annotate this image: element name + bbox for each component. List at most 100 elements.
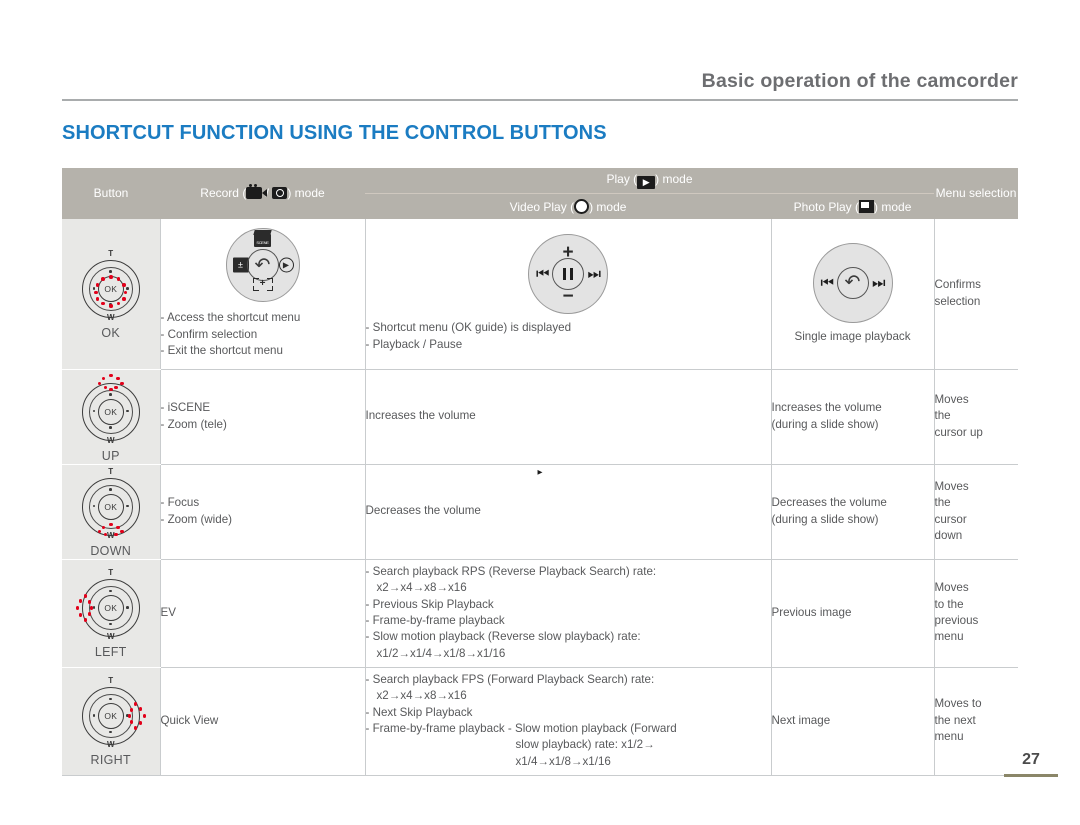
- video-play-cell-right: - Search playback FPS (Forward Playback …: [365, 667, 772, 776]
- video-play-text-line: - Slow motion playback (Reverse slow pla…: [365, 630, 641, 644]
- video-play-suffix: ) mode: [589, 200, 627, 214]
- wheel-dot-right: [126, 504, 129, 508]
- wheel-w-label: W: [106, 530, 115, 540]
- button-cell-ok: T OK W OK: [62, 219, 161, 370]
- video-play-text-line: - Search playback RPS (Reverse Playback …: [365, 564, 657, 578]
- page-number: 27: [1022, 751, 1040, 768]
- menu-selection-text-line: the next: [934, 713, 976, 727]
- video-play-text-line: x2→x4→x8→x16: [376, 689, 467, 703]
- button-label: UP: [101, 448, 120, 463]
- wheel-t-label: T: [108, 568, 114, 577]
- button-cell-up: OK W UP: [62, 369, 161, 465]
- record-text-line: - iSCENE: [160, 401, 211, 415]
- table-body: T OK W OK SCENE ± ↶ ▶ + - Access the sho…: [62, 219, 1019, 776]
- play-circle-icon: ▶: [278, 257, 294, 273]
- wheel-dot-down: [109, 426, 113, 429]
- minus-icon: −: [562, 286, 574, 308]
- menu-selection-label: Menu selection: [935, 186, 1017, 200]
- photo-play-text-line: Increases the volume: [771, 401, 882, 415]
- record-mode-wheel-icon: ± ↶ ▶ +: [225, 228, 300, 303]
- video-play-cell-down: Decreases the volume: [365, 464, 772, 560]
- wheel-w-label: W: [106, 435, 115, 445]
- menu-selection-cell-ok: Confirms selection: [934, 219, 1019, 370]
- video-play-text-line: x1/4→x1/8→x1/16: [515, 754, 611, 768]
- button-label: RIGHT: [90, 753, 131, 767]
- chapter-title: Basic operation of the camcorder: [701, 70, 1018, 92]
- button-cell-left: T OK W LEFT: [62, 559, 161, 668]
- control-wheel-up-icon: OK W: [74, 371, 148, 445]
- photo-play-suffix: ) mode: [874, 199, 912, 214]
- play-suffix: ) mode: [655, 172, 693, 186]
- table-header: Button Record ( / ) mode Play (▶) mode M…: [62, 168, 1019, 219]
- record-text-line: - Access the shortcut menu: [160, 311, 301, 325]
- record-text-line: - Confirm selection: [160, 327, 258, 341]
- menu-selection-text-line: to the: [934, 597, 964, 611]
- wheel-ok-hub: OK: [97, 595, 124, 621]
- column-header-menu-selection: Menu selection: [934, 168, 1019, 219]
- play-prefix: Play (: [606, 172, 638, 186]
- button-label: OK: [101, 325, 121, 340]
- wheel-w-label: W: [106, 632, 115, 641]
- menu-selection-cell-left: Moves to the previous menu: [934, 559, 1019, 668]
- video-play-icon: [574, 199, 590, 214]
- photo-play-text-line: Decreases the volume: [771, 496, 887, 510]
- shortcut-function-table: Button Record ( / ) mode Play (▶) mode M…: [62, 168, 1019, 776]
- menu-selection-text-line: Moves to: [934, 697, 982, 711]
- video-play-text-line: - Shortcut menu (OK guide) is displayed: [365, 321, 572, 335]
- video-play-text-line: - Frame-by-frame playback - Slow motion …: [365, 722, 677, 735]
- photo-play-cell-up: Increases the volume (during a slide sho…: [771, 369, 935, 465]
- wheel-t-label: T: [108, 248, 114, 258]
- record-text-line: EV: [160, 605, 176, 619]
- skip-next-icon: ⏭: [587, 265, 600, 283]
- button-label: DOWN: [90, 543, 132, 558]
- button-cell-right: T OK W RIGHT: [62, 667, 161, 776]
- video-play-text-line: x1/2→x1/4→x1/8→x1/16: [376, 646, 506, 660]
- photo-play-wheel-icon: ⏮ ↶ ⏭: [812, 242, 893, 323]
- record-text-line: - Focus: [160, 496, 200, 510]
- record-cell-down: - Focus - Zoom (wide): [160, 464, 366, 560]
- table-row: OK W UP - iSCENE - Zoom (tele) Increases…: [62, 369, 1019, 465]
- record-text-line: Quick View: [160, 713, 219, 727]
- record-cell-right: Quick View: [160, 667, 366, 776]
- wheel-ok-hub: OK: [97, 493, 124, 520]
- header-divider: [62, 99, 1018, 101]
- video-play-text-line: - Previous Skip Playback: [365, 597, 494, 611]
- wheel-dot-right: [126, 409, 129, 413]
- skip-previous-icon: ⏮: [536, 265, 549, 283]
- record-cell-left: EV: [160, 559, 366, 668]
- photo-play-text-line: Single image playback: [794, 329, 911, 343]
- record-suffix: ) mode: [287, 186, 325, 200]
- camcorder-icon: [246, 184, 268, 199]
- page-number-block: 27: [1004, 751, 1058, 777]
- photo-play-cell-right: Next image: [771, 667, 935, 776]
- video-play-cell-ok: + ⏮ ⏭ − - Shortcut menu (OK guide) is di…: [365, 219, 772, 370]
- wheel-w-label: W: [106, 312, 115, 322]
- photo-play-icon: [859, 199, 875, 213]
- photo-play-text-line: Next image: [771, 713, 831, 727]
- menu-selection-text-line: Moves: [934, 581, 969, 595]
- menu-selection-text-line: Moves: [934, 392, 969, 406]
- menu-selection-text-line: Moves: [934, 479, 969, 493]
- record-text-line: - Zoom (tele): [160, 417, 227, 431]
- video-play-text-line: - Frame-by-frame playback: [365, 614, 505, 627]
- back-arrow-icon: ↶: [836, 266, 869, 299]
- camera-icon: [272, 187, 288, 199]
- video-play-text-line: - Search playback FPS (Forward Playback …: [365, 672, 655, 686]
- table-row: T OK W RIGHT Quick View - Search playbac…: [62, 667, 1019, 776]
- menu-selection-text-line: menu: [934, 630, 964, 644]
- column-header-button-label: Button: [93, 186, 129, 200]
- wheel-t-label: T: [108, 466, 114, 476]
- menu-selection-text-line: the: [934, 496, 951, 510]
- page-number-rule: [1004, 774, 1058, 777]
- play-mode-icon: ▶: [637, 176, 656, 189]
- control-wheel-left-icon: T OK W: [74, 567, 148, 641]
- wheel-dot-right: [126, 606, 129, 609]
- record-cell-ok: ± ↶ ▶ + - Access the shortcut menu - Con…: [160, 219, 366, 370]
- menu-selection-text-line: cursor: [934, 512, 967, 526]
- video-play-text-line: Decreases the volume: [365, 504, 481, 518]
- control-wheel-down-icon: T OK W: [74, 466, 148, 540]
- video-play-text-line: - Next Skip Playback: [365, 705, 473, 719]
- menu-selection-text-line: selection: [934, 294, 981, 308]
- menu-selection-text-line: the: [934, 409, 951, 423]
- record-text-line: - Exit the shortcut menu: [160, 343, 283, 357]
